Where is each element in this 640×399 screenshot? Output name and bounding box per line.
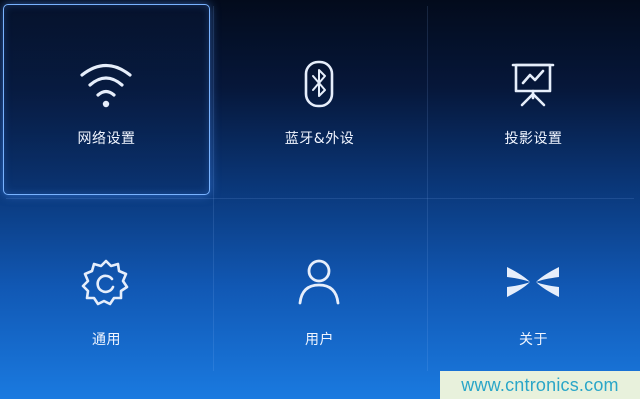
tile-label: 关于 <box>519 332 548 348</box>
projector-icon <box>503 58 563 112</box>
bluetooth-icon <box>289 58 349 112</box>
tile-about[interactable]: 关于 <box>427 199 640 397</box>
about-icon <box>503 255 563 309</box>
tile-label: 蓝牙&外设 <box>284 131 355 147</box>
tile-label: 通用 <box>92 332 121 348</box>
tile-label: 网络设置 <box>77 131 136 147</box>
user-icon <box>289 255 349 309</box>
tile-label: 投影设置 <box>504 131 563 147</box>
settings-grid: 网络设置 蓝牙&外设 投影设置 通用 用户 关于 <box>0 0 640 399</box>
tile-general[interactable]: 通用 <box>0 199 213 397</box>
tile-user[interactable]: 用户 <box>213 199 426 397</box>
tile-network-settings[interactable]: 网络设置 <box>0 0 213 198</box>
watermark: www.cntronics.com <box>440 371 640 399</box>
wifi-icon <box>76 58 136 112</box>
gear-icon <box>76 255 136 309</box>
tile-projection-settings[interactable]: 投影设置 <box>427 0 640 198</box>
tile-label: 用户 <box>305 332 334 348</box>
tile-bluetooth-peripherals[interactable]: 蓝牙&外设 <box>213 0 426 198</box>
